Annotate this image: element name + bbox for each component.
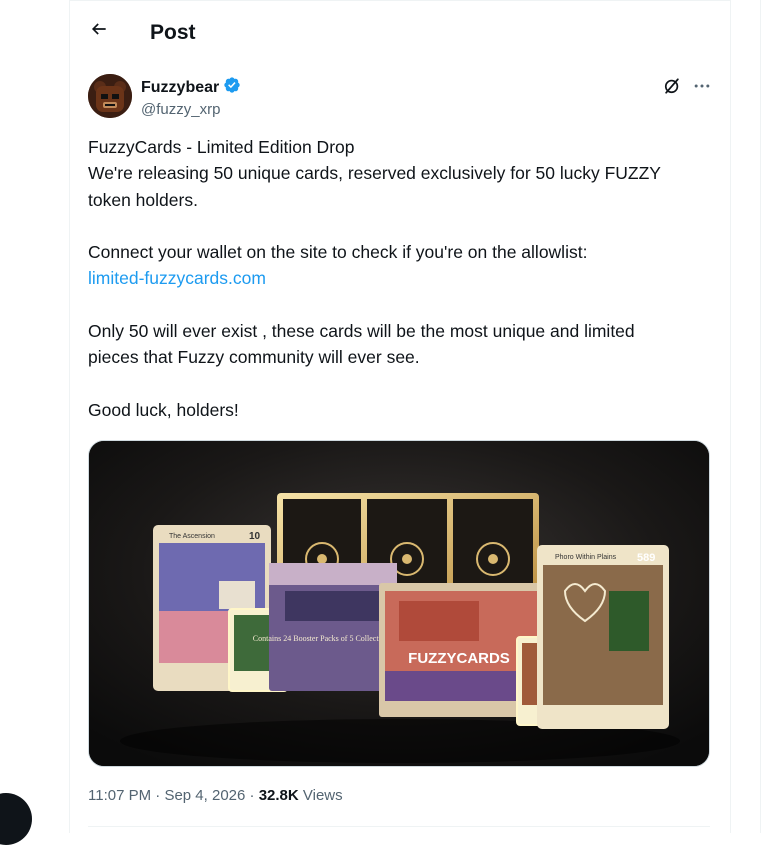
post-text-line: pieces that Fuzzy community will ever se… <box>88 347 420 368</box>
account-menu-button[interactable] <box>0 793 32 845</box>
post-text-gap <box>88 371 718 397</box>
post-date[interactable]: Sep 4, 2026 <box>164 787 245 804</box>
page-header: Post <box>70 0 730 66</box>
post-text: FuzzyCards - Limited Edition Drop We're … <box>88 134 718 423</box>
page-title: Post <box>150 21 196 44</box>
avatar[interactable] <box>88 74 132 118</box>
post-column: Post Fuzzybear @fuzzy_xrp FuzzyCards - L… <box>69 0 731 833</box>
meta-separator: · <box>155 787 161 804</box>
verified-badge-icon <box>223 76 241 99</box>
post-media-image[interactable]: The Ascension 10 Contains 24 Booster Pac… <box>88 440 710 767</box>
meta-separator: · <box>249 787 255 804</box>
post-text-line: Connect your wallet on the site to check… <box>88 242 588 263</box>
post-text-line: FuzzyCards - Limited Edition Drop <box>88 137 355 157</box>
right-card-number: 589 <box>637 552 655 564</box>
back-button[interactable] <box>82 14 116 48</box>
post-text-line: Only 50 will ever exist , these cards wi… <box>88 321 635 342</box>
post-text-line: token holders. <box>88 189 198 210</box>
post-meta: 11:07 PM · Sep 4, 2026 · 32.8K Views <box>88 786 343 806</box>
post-link-line: limited-fuzzycards.com <box>88 265 718 291</box>
author-block: Fuzzybear @fuzzy_xrp <box>141 76 241 120</box>
grok-button[interactable] <box>660 76 684 100</box>
post-text-line: We're releasing 50 unique cards, reserve… <box>88 163 661 184</box>
right-card-title: Phoro Within Plains <box>555 554 617 561</box>
arrow-left-icon <box>89 19 109 44</box>
post-time[interactable]: 11:07 PM <box>88 787 151 804</box>
box-title: FUZZYCARDS <box>408 650 510 667</box>
views-label: Views <box>302 787 343 804</box>
left-card-number: 10 <box>249 531 261 542</box>
more-button[interactable] <box>690 76 714 100</box>
right-card: Phoro Within Plains 589 <box>537 545 669 729</box>
author-handle[interactable]: @fuzzy_xrp <box>141 100 241 120</box>
post-text-gap <box>88 213 718 239</box>
post-text-gap <box>88 292 718 318</box>
meta-divider <box>88 826 710 827</box>
media-illustration: The Ascension 10 Contains 24 Booster Pac… <box>89 441 709 766</box>
right-border <box>760 0 761 833</box>
author-display-name[interactable]: Fuzzybear <box>141 78 219 98</box>
left-card-title: The Ascension <box>169 533 215 540</box>
views-count: 32.8K <box>258 787 299 804</box>
more-horizontal-icon <box>692 76 712 101</box>
author-name-row: Fuzzybear <box>141 76 241 99</box>
post-link[interactable]: limited-fuzzycards.com <box>88 268 266 288</box>
grok-icon <box>662 76 682 101</box>
post-text-line: Good luck, holders! <box>88 399 239 420</box>
